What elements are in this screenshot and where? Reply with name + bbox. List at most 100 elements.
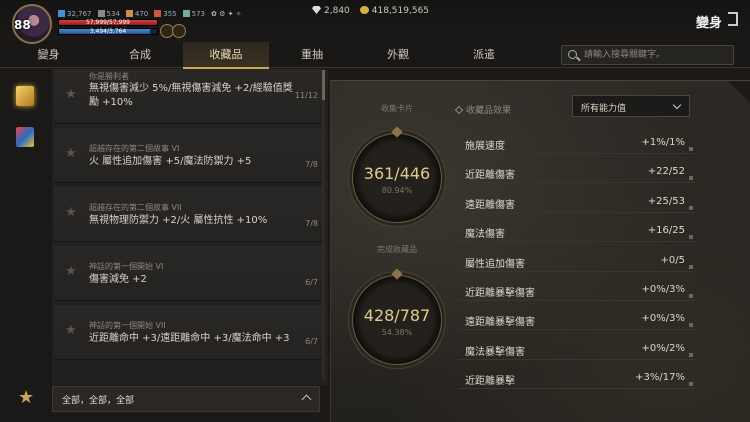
effect-name: 屬性追加傷害 xyxy=(465,258,525,270)
mp-bar: 3,494/3,764 xyxy=(58,28,158,35)
collection-list: ★ 你是勝利者 無視傷害減少 5%/無視傷害減免 +2/經驗值獎勵 +10% 1… xyxy=(52,69,328,385)
tab-appearance[interactable]: 外觀 xyxy=(355,42,441,68)
stat-crit: 470 xyxy=(125,10,148,18)
effect-name: 魔法暴擊傷害 xyxy=(465,346,525,358)
gold-coin-icon xyxy=(359,6,369,14)
stat-accuracy: 355 xyxy=(154,10,177,18)
effect-row: 施展速度 +1%/1% xyxy=(458,131,695,154)
effect-name: 遠距離暴擊傷害 xyxy=(465,317,535,329)
collection-progress: 11/12 xyxy=(294,91,318,100)
collection-title: 你是勝利者 xyxy=(89,72,129,81)
favorite-star-icon[interactable]: ★ xyxy=(65,146,77,161)
panel-corner-ornament xyxy=(728,81,750,103)
scrollbar-thumb[interactable] xyxy=(322,70,325,100)
crit-icon xyxy=(125,10,133,17)
effect-row: 魔法傷害 +16/25 xyxy=(458,219,695,243)
stat-filter-value: 所有能力值 xyxy=(581,104,627,114)
row-corner-mark xyxy=(689,205,693,210)
collection-title: 超越存在的第二個故事 VII xyxy=(89,203,182,212)
effect-value: +16/25 xyxy=(647,225,685,237)
effect-row: 近距離暴擊 +3%/17% xyxy=(458,366,695,390)
row-corner-mark xyxy=(689,352,693,357)
stat-attack: 32,767 xyxy=(58,10,92,18)
collection-list-item[interactable]: ★ 超越存在的第二個故事 VII 無視物理防禦力 +2/火 屬性抗性 +10% … xyxy=(54,187,322,242)
hp-bar: 57,999/57,999 xyxy=(58,19,158,26)
row-corner-mark xyxy=(689,235,693,240)
collection-title: 超越存在的第二個故事 VI xyxy=(89,144,180,153)
gold-book-category-icon[interactable] xyxy=(16,86,34,106)
currency-display: 2,840 418,519,565 xyxy=(312,6,429,16)
effect-row: 屬性追加傷害 +0/5 xyxy=(458,249,695,272)
collection-filter-bar[interactable]: 全部，全部，全部 xyxy=(52,386,320,412)
collection-list-item[interactable]: ★ 神話的第一個開始 VII 近距離命中 +3/遠距離命中 +3/魔法命中 +3… xyxy=(54,305,322,360)
effect-value: +0/5 xyxy=(660,254,685,266)
row-corner-mark xyxy=(689,176,693,181)
accuracy-icon xyxy=(154,10,162,17)
chevron-down-icon[interactable] xyxy=(672,100,682,110)
collection-list-item[interactable]: ★ 神話的第一個開始 VI 傷害減免 +2 6/7 xyxy=(54,246,322,301)
completed-gauge-label: 完成收藏品 xyxy=(377,245,417,254)
collection-list-item[interactable]: ★ 超越存在的第二個故事 VI 火 屬性追加傷害 +5/魔法防禦力 +5 7/8 xyxy=(54,128,322,183)
search-box[interactable] xyxy=(561,45,734,65)
collection-effect: 近距離命中 +3/遠距離命中 +3/魔法命中 +3 xyxy=(89,333,290,344)
collections-completed-value: 428/787 xyxy=(363,306,431,325)
buff-icons[interactable]: ✿ ⚙ ✦ ✧ xyxy=(211,10,242,18)
favorite-star-icon[interactable]: ★ xyxy=(65,205,77,220)
tab-collection[interactable]: 收藏品 xyxy=(183,42,269,69)
stat-defense: 534 xyxy=(97,10,120,18)
effect-name: 近距離傷害 xyxy=(465,170,515,182)
effect-value: +0%/3% xyxy=(641,284,685,295)
effect-value: +25/53 xyxy=(647,195,685,207)
tab-reroll[interactable]: 重抽 xyxy=(269,42,355,68)
tab-dispatch[interactable]: 派遣 xyxy=(441,42,527,68)
hp-text: 57,999/57,999 xyxy=(85,19,130,26)
stat-filter-dropdown[interactable]: 所有能力值 xyxy=(572,95,690,117)
effect-value: +0%/2% xyxy=(641,342,685,354)
diamond-balance: 2,840 xyxy=(312,6,350,16)
favorites-star-icon[interactable]: ★ xyxy=(18,387,34,408)
effect-name: 近距離暴擊傷害 xyxy=(465,288,535,299)
collection-list-scrollbar[interactable] xyxy=(322,70,325,380)
effect-value: +1%/1% xyxy=(641,137,685,148)
collection-title: 神話的第一個開始 VI xyxy=(89,262,164,271)
row-corner-mark xyxy=(689,147,693,151)
favorite-star-icon[interactable]: ★ xyxy=(65,323,77,338)
collection-effects-label: 收藏品效果 xyxy=(466,106,512,116)
collection-title: 神話的第一個開始 VII xyxy=(89,321,166,330)
collection-effect: 傷害減免 +2 xyxy=(89,274,147,285)
mana-stat-icon xyxy=(182,10,190,17)
cards-collected-value: 361/446 xyxy=(363,164,431,183)
exit-icon[interactable] xyxy=(728,12,738,26)
collection-effect: 無視物理防禦力 +2/火 屬性抗性 +10% xyxy=(89,215,268,226)
collection-list-item[interactable]: ★ 你是勝利者 無視傷害減少 5%/無視傷害減免 +2/經驗值獎勵 +10% 1… xyxy=(54,69,322,124)
effect-name: 施展速度 xyxy=(465,141,505,152)
character-level: 88 xyxy=(14,18,31,32)
collection-effect: 無視傷害減少 5%/無視傷害減免 +2/經驗值獎勵 +10% xyxy=(89,83,293,108)
collection-progress: 7/8 xyxy=(305,219,318,228)
search-icon[interactable] xyxy=(568,50,577,59)
favorite-star-icon[interactable]: ★ xyxy=(65,264,77,279)
stat-mana: 573 xyxy=(182,10,205,18)
cards-collected-gauge: 361/446 80.94% xyxy=(352,126,442,223)
top-status-bar: 88 32,767 534 470 355 573 ✿ ⚙ ✦ ✧ 57,999… xyxy=(0,0,750,44)
gold-balance: 418,519,565 xyxy=(359,6,429,16)
emblem-quickslot-icon[interactable] xyxy=(172,24,186,38)
cards-gauge-label: 收集卡片 xyxy=(381,104,413,113)
color-book-category-icon[interactable] xyxy=(16,127,34,147)
row-corner-mark xyxy=(689,264,693,269)
favorite-star-icon[interactable]: ★ xyxy=(65,87,77,102)
tab-synthesis[interactable]: 合成 xyxy=(97,42,183,68)
collection-effects-heading: 收藏品效果 xyxy=(454,103,512,116)
tab-transform[interactable]: 變身 xyxy=(0,42,97,68)
search-input[interactable] xyxy=(584,48,729,62)
attack-power-icon xyxy=(58,10,65,17)
effect-name: 近距離暴擊 xyxy=(465,376,515,388)
effect-value: +0%/3% xyxy=(641,313,685,325)
diamond-bullet-icon xyxy=(454,105,464,115)
effect-row: 遠距離暴擊傷害 +0%/3% xyxy=(458,307,695,331)
row-corner-mark xyxy=(689,323,693,328)
chevron-up-icon[interactable] xyxy=(301,394,312,405)
effect-value: +22/52 xyxy=(647,166,685,178)
filter-label: 全部，全部，全部 xyxy=(62,396,135,406)
collection-progress: 6/7 xyxy=(305,278,318,287)
